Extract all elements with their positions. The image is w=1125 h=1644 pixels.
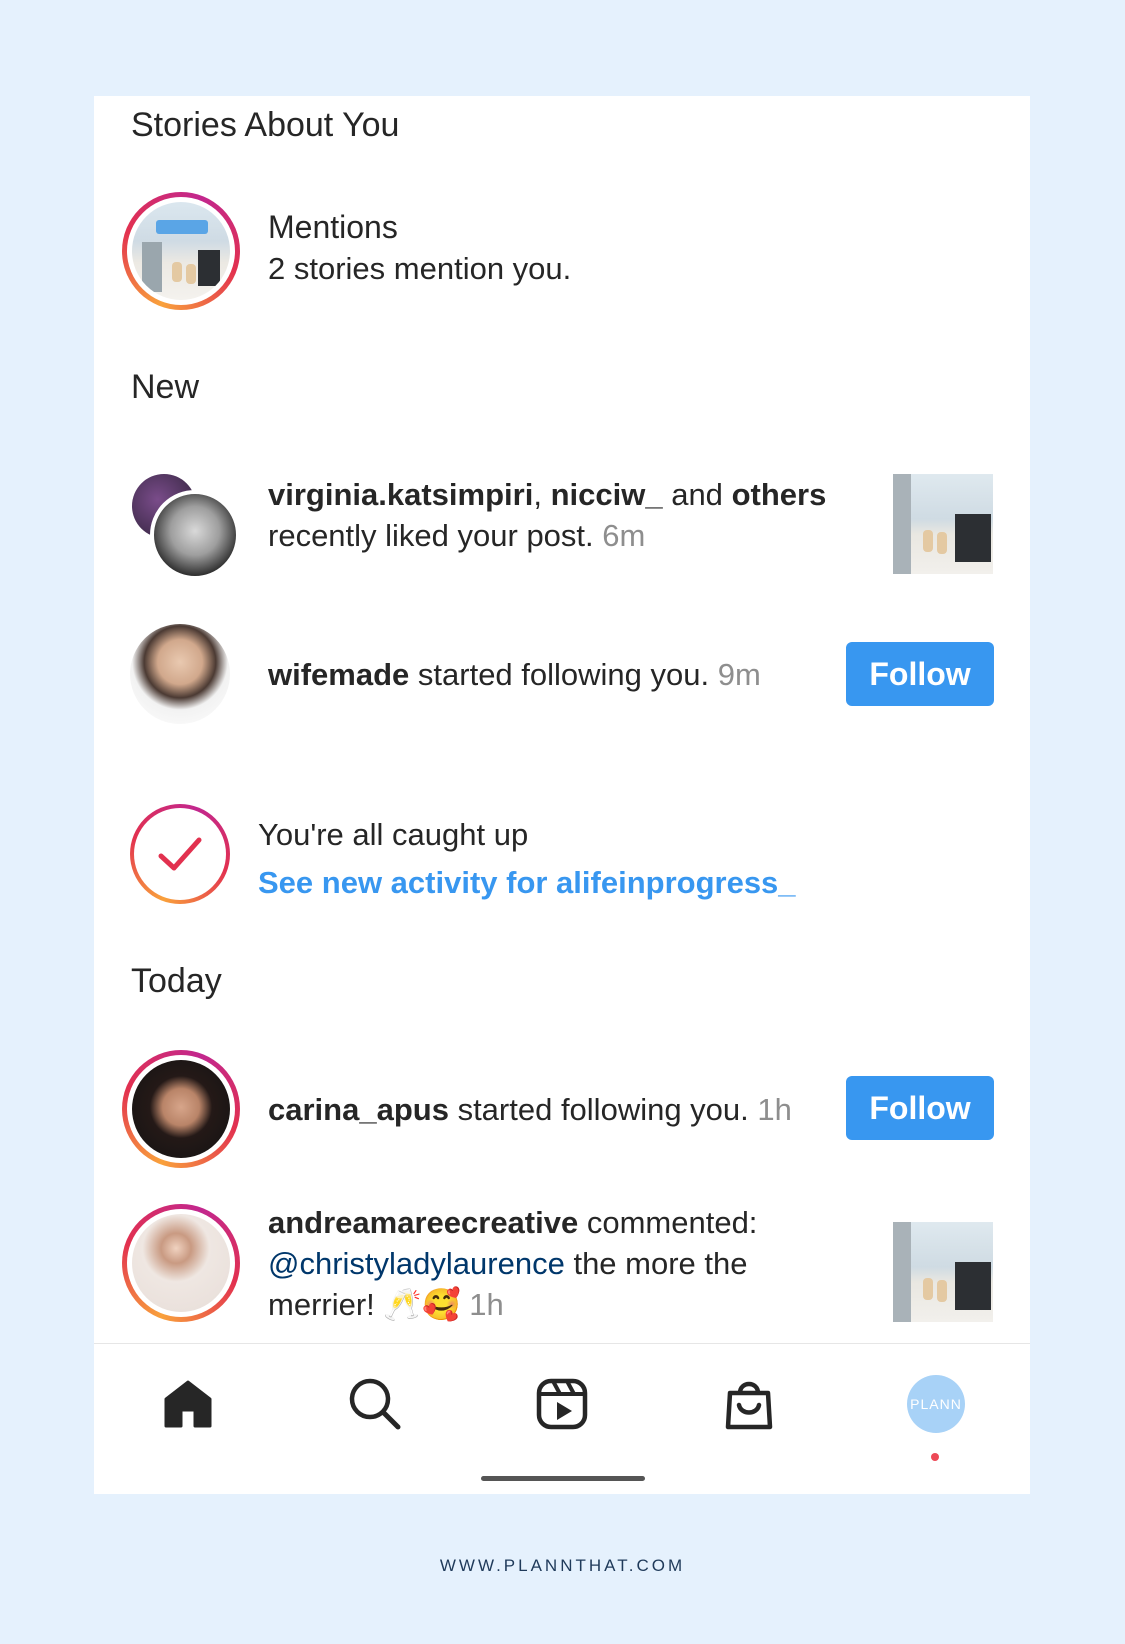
- follow-button-carina[interactable]: Follow: [846, 1076, 994, 1140]
- stories-about-you-title: Stories About You: [131, 106, 400, 144]
- home-indicator: [481, 1476, 645, 1481]
- mentions-story-ring[interactable]: [122, 192, 240, 310]
- commented-post-thumbnail[interactable]: [893, 1222, 993, 1322]
- see-new-activity-link[interactable]: See new activity for alifeinprogress_: [258, 862, 796, 903]
- likes-time: 6m: [602, 518, 646, 553]
- likes-text: virginia.katsimpiri, nicciw_ and others …: [268, 477, 827, 553]
- mentions-title: Mentions: [268, 209, 398, 245]
- shop-icon[interactable]: [719, 1374, 779, 1434]
- today-section-title: Today: [131, 962, 222, 1000]
- bottom-navigation: PLANN: [94, 1343, 1030, 1494]
- search-icon[interactable]: [345, 1374, 405, 1434]
- user-link-andreamaree[interactable]: andreamareecreative: [268, 1205, 578, 1240]
- wifemade-avatar[interactable]: [130, 624, 230, 724]
- andreamaree-story-ring[interactable]: [122, 1204, 240, 1322]
- carina-avatar: [132, 1060, 230, 1158]
- comment-emoji: 🥂🥰: [383, 1287, 461, 1322]
- liked-post-thumbnail[interactable]: [893, 474, 993, 574]
- comment-text: andreamareecreative commented: @christyl…: [268, 1205, 758, 1322]
- caught-up-title: You're all caught up: [258, 817, 529, 852]
- profile-avatar[interactable]: PLANN: [907, 1375, 965, 1433]
- carina-story-ring[interactable]: [122, 1050, 240, 1168]
- profile-tab[interactable]: PLANN: [906, 1374, 966, 1434]
- new-section-title: New: [131, 368, 200, 406]
- user-link-virginia[interactable]: virginia.katsimpiri: [268, 477, 533, 512]
- mentions-story-thumbnail: [132, 202, 230, 300]
- wifemade-follow-text: wifemade started following you. 9m: [268, 657, 761, 692]
- home-icon[interactable]: [158, 1374, 218, 1434]
- check-icon: [134, 808, 226, 900]
- others-link[interactable]: others: [732, 477, 827, 512]
- mentions-subtitle: 2 stories mention you.: [268, 251, 572, 286]
- user-link-wifemade[interactable]: wifemade: [268, 657, 409, 692]
- carina-follow-text: carina_apus started following you. 1h: [268, 1092, 792, 1127]
- user-link-nicciw[interactable]: nicciw_: [551, 477, 663, 512]
- liker-avatar-front[interactable]: [150, 490, 240, 580]
- user-link-carina[interactable]: carina_apus: [268, 1092, 449, 1127]
- activity-screen: Stories About You Mentions 2 stories men…: [94, 96, 1030, 1494]
- reels-icon[interactable]: [532, 1374, 592, 1434]
- mention-link-christy[interactable]: @christyladylaurence: [268, 1246, 565, 1281]
- follow-button-wifemade[interactable]: Follow: [846, 642, 994, 706]
- andreamaree-avatar: [132, 1214, 230, 1312]
- notification-dot: [931, 1453, 939, 1461]
- caught-up-ring: [130, 804, 230, 904]
- website-footer: WWW.PLANNTHAT.COM: [439, 1556, 686, 1575]
